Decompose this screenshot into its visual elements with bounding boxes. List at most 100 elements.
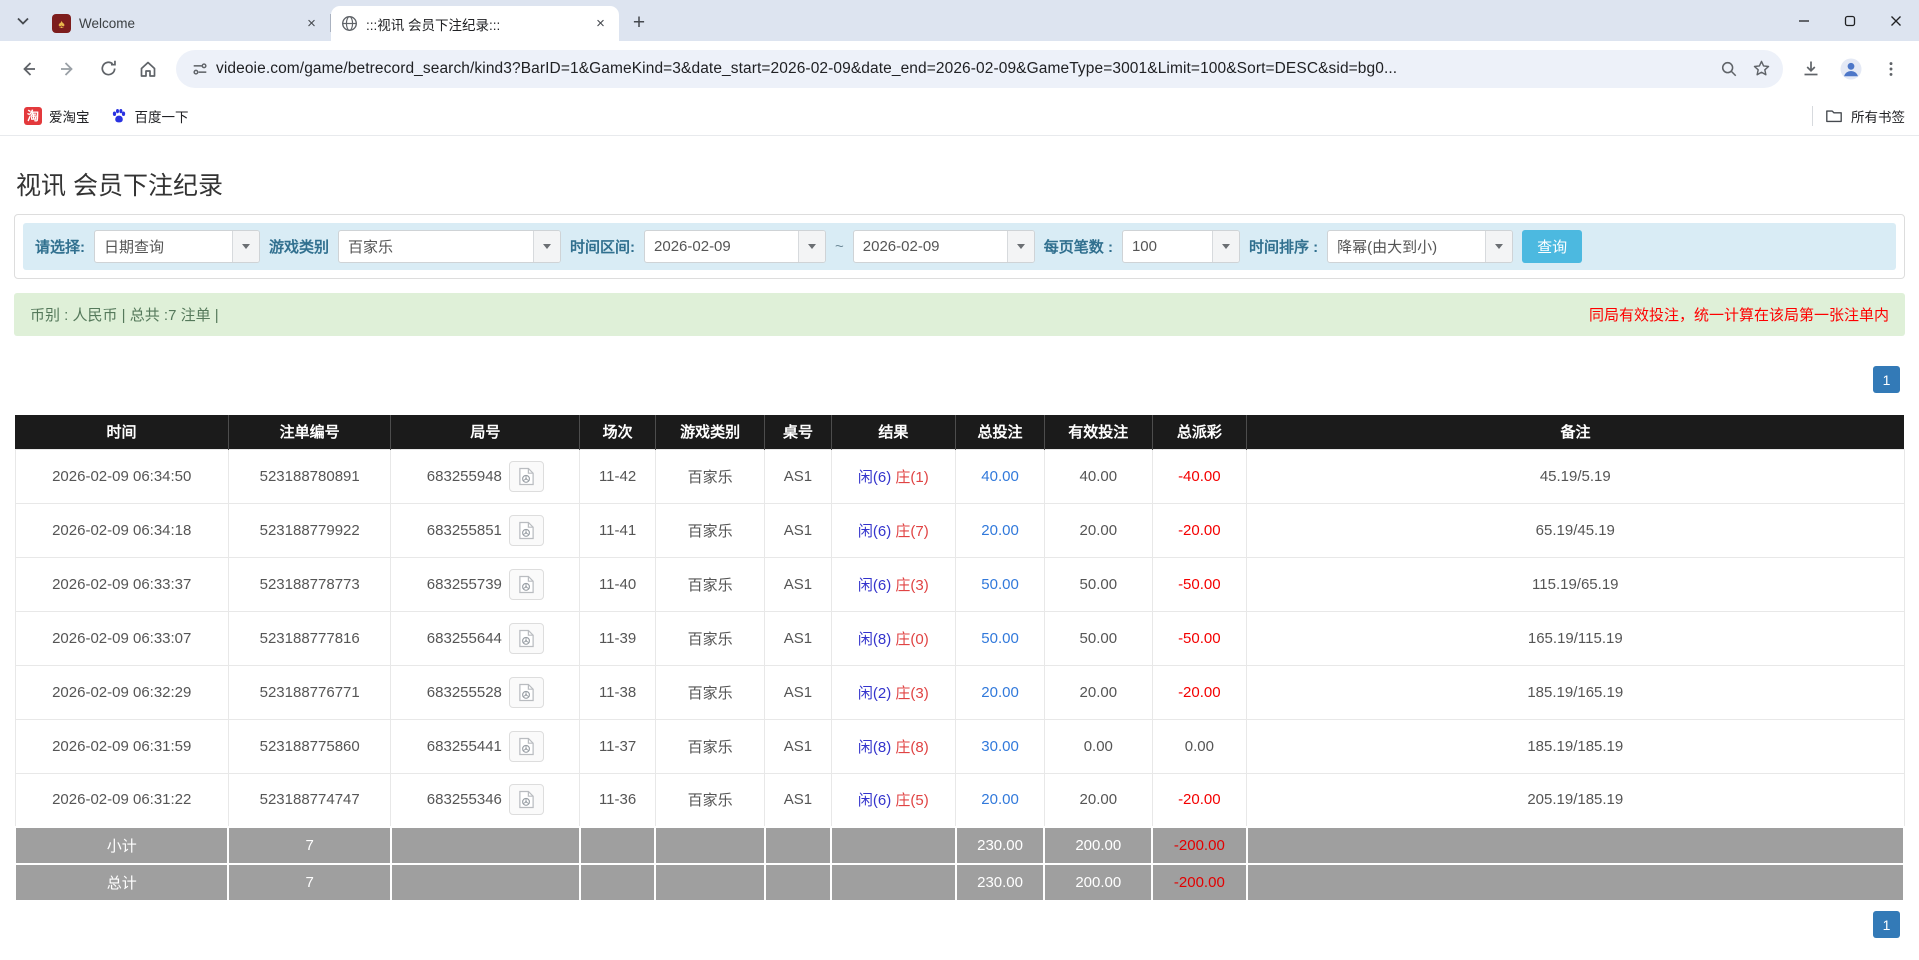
payout: -50.00: [1151, 610, 1248, 666]
site-settings-icon[interactable]: [184, 53, 216, 85]
chevron-down-icon[interactable]: [798, 231, 826, 262]
url-text[interactable]: videoie.com/game/betrecord_search/kind3?…: [216, 60, 1713, 78]
table-no: AS1: [764, 772, 832, 828]
video-replay-button[interactable]: [508, 784, 544, 816]
close-window-button[interactable]: [1873, 0, 1919, 41]
date-start-picker[interactable]: [644, 230, 827, 263]
zoom-icon[interactable]: [1713, 53, 1745, 85]
session-no: 11-40: [579, 556, 656, 612]
page-number-button[interactable]: 1: [1873, 911, 1900, 938]
date-end-value[interactable]: [853, 231, 1007, 262]
tab-title: Welcome: [79, 16, 136, 31]
chevron-down-icon[interactable]: [1006, 231, 1034, 262]
table-no: AS1: [764, 502, 832, 558]
game-kind: 百家乐: [654, 718, 766, 774]
page-content: 视讯 会员下注纪录 请选择: 游戏类别 时间区间: ~ 每页: [0, 166, 1919, 938]
menu-kebab-icon[interactable]: [1873, 51, 1909, 87]
tab-bet-record[interactable]: :::视讯 会员下注纪录::: ×: [331, 6, 619, 41]
bookmarks-bar: 淘 爱淘宝 百度一下 所有书签: [0, 96, 1919, 136]
page-size-label: 每页笔数 :: [1043, 239, 1113, 256]
bet-time: 2026-02-09 06:32:29: [14, 664, 229, 720]
forward-icon[interactable]: [50, 51, 86, 87]
search-button[interactable]: 查询: [1522, 230, 1583, 263]
address-bar[interactable]: videoie.com/game/betrecord_search/kind3?…: [176, 49, 1783, 88]
round-id-cell: 683255346: [390, 772, 581, 828]
page-size-value[interactable]: [1122, 231, 1212, 262]
col-valid-bet: 有效投注: [1044, 415, 1153, 449]
table-no: AS1: [764, 556, 832, 612]
payout: 0.00: [1151, 718, 1248, 774]
bookmark-star-icon[interactable]: [1745, 53, 1777, 85]
select-type-label: 请选择:: [35, 239, 85, 256]
date-start-value[interactable]: [645, 231, 799, 262]
tab-search-chevron-icon[interactable]: [8, 6, 38, 36]
tab-close-icon[interactable]: ×: [592, 15, 609, 32]
video-replay-button[interactable]: [508, 730, 544, 762]
bet-id: 523188777816: [227, 610, 392, 666]
query-type-value[interactable]: [95, 231, 232, 262]
round-id: 683255528: [426, 683, 502, 701]
session-no: 11-42: [579, 448, 656, 504]
refresh-icon[interactable]: [90, 51, 126, 87]
query-type-select[interactable]: [94, 230, 260, 263]
game-kind-value[interactable]: [339, 231, 534, 262]
total-label: 总计: [13, 863, 230, 902]
sort-order-select[interactable]: [1327, 230, 1514, 263]
bookmarks-separator: [1812, 105, 1813, 126]
page-size-select[interactable]: [1121, 230, 1240, 263]
table-no: AS1: [764, 610, 832, 666]
table-row: 2026-02-09 06:34:18 523188779922 6832558…: [14, 502, 1905, 558]
new-tab-button[interactable]: +: [625, 9, 653, 37]
col-table-no: 桌号: [764, 415, 832, 449]
total-row: 总计 7 230.00 200.00 -200.00: [13, 863, 1906, 902]
total-bet: 20.00: [955, 772, 1045, 828]
col-payout: 总派彩: [1152, 415, 1248, 449]
tab-close-icon[interactable]: ×: [303, 15, 320, 32]
browser-toolbar: videoie.com/game/betrecord_search/kind3?…: [0, 41, 1919, 96]
minimize-button[interactable]: [1781, 0, 1827, 41]
page-title: 视讯 会员下注纪录: [16, 172, 223, 200]
chevron-down-icon[interactable]: [533, 231, 561, 262]
result-player: 闲(6): [857, 522, 892, 540]
col-game-kind: 游戏类别: [655, 415, 766, 449]
col-round-id: 局号: [390, 415, 581, 449]
game-kind: 百家乐: [654, 772, 766, 828]
video-replay-button[interactable]: [508, 622, 544, 654]
video-replay-button[interactable]: [508, 676, 544, 708]
pagination-bottom: 1: [14, 911, 1900, 938]
result-cell: 闲(6) 庄(5): [830, 772, 957, 828]
result-banker: 庄(8): [895, 738, 929, 756]
payout: -40.00: [1151, 448, 1248, 504]
bet-id: 523188779922: [227, 502, 392, 558]
back-icon[interactable]: [10, 51, 46, 87]
maximize-button[interactable]: [1827, 0, 1873, 41]
video-replay-button[interactable]: [508, 568, 544, 600]
chevron-down-icon[interactable]: [1211, 231, 1239, 262]
bet-time: 2026-02-09 06:31:22: [14, 772, 229, 828]
result-banker: 庄(5): [895, 792, 929, 810]
tab-welcome[interactable]: ♠ Welcome ×: [42, 6, 330, 41]
bookmark-baidu[interactable]: 百度一下: [100, 102, 199, 130]
home-icon[interactable]: [130, 51, 166, 87]
result-banker: 庄(1): [895, 468, 929, 486]
pagination-top: 1: [14, 366, 1900, 393]
session-no: 11-38: [579, 664, 656, 720]
game-kind: 百家乐: [654, 502, 766, 558]
game-kind-select[interactable]: [338, 230, 562, 263]
bet-time: 2026-02-09 06:34:18: [14, 502, 229, 558]
page-number-button[interactable]: 1: [1873, 366, 1900, 393]
profile-avatar[interactable]: [1833, 51, 1869, 87]
video-replay-button[interactable]: [508, 460, 544, 492]
all-bookmarks-button[interactable]: 所有书签: [1825, 106, 1905, 126]
downloads-icon[interactable]: [1793, 51, 1829, 87]
valid-bet: 40.00: [1043, 448, 1153, 504]
bet-time: 2026-02-09 06:31:59: [14, 718, 229, 774]
remark: 185.19/165.19: [1246, 664, 1905, 720]
chevron-down-icon[interactable]: [1485, 231, 1513, 262]
date-end-picker[interactable]: [852, 230, 1035, 263]
video-replay-button[interactable]: [508, 514, 544, 546]
bookmark-aitaobao[interactable]: 淘 爱淘宝: [14, 102, 100, 130]
sort-order-value[interactable]: [1328, 231, 1486, 262]
sort-order-label: 时间排序 :: [1248, 239, 1319, 256]
chevron-down-icon[interactable]: [232, 231, 259, 262]
